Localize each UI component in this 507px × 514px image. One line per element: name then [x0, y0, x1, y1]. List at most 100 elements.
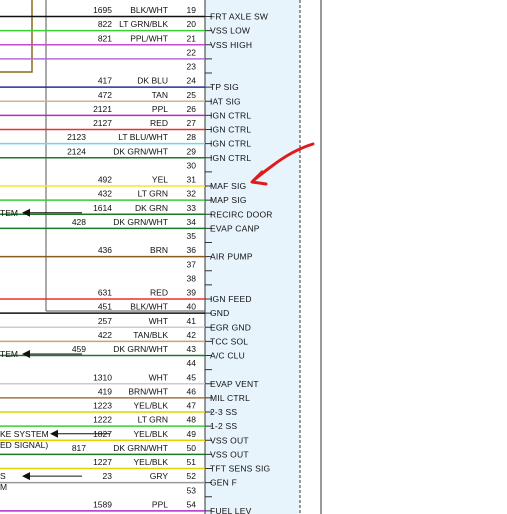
circuit-number-40: 451 [98, 302, 112, 312]
circuit-number-41: 257 [98, 316, 112, 326]
wire-color-49: YEL/BLK [134, 429, 169, 439]
pin-function-20: VSS LOW [210, 26, 250, 36]
wire-color-24: DK BLU [137, 76, 168, 86]
circuit-number-19: 1695 [93, 5, 112, 15]
left-arrow-icon-4 [22, 472, 30, 481]
pin-number-20: 20 [187, 19, 197, 29]
pin-number-40: 40 [187, 302, 197, 312]
pin-number-35: 35 [187, 231, 197, 241]
wire-color-36: BRN [150, 245, 168, 255]
circuit-number-24: 417 [98, 76, 112, 86]
pin-function-27: IGN CTRL [210, 125, 251, 135]
pin-function-48: 1-2 SS [210, 421, 237, 431]
wire-color-46: BRN/WHT [128, 386, 168, 396]
pin-function-34: EVAP CANP [210, 223, 260, 233]
circuit-number-33: 1614 [93, 203, 112, 213]
pin-function-33: RECIRC DOOR [210, 209, 273, 219]
pin-number-54: 54 [187, 499, 197, 509]
pin-number-29: 29 [187, 146, 197, 156]
pin-number-32: 32 [187, 189, 197, 199]
wire-color-32: LT GRN [138, 189, 168, 199]
wire-color-54: PPL [152, 499, 168, 509]
pin-number-37: 37 [187, 259, 197, 269]
pin-number-38: 38 [187, 273, 197, 283]
wire-color-27: RED [150, 118, 168, 128]
left-arrow-icon-0 [22, 208, 30, 217]
pin-number-39: 39 [187, 288, 197, 298]
pin-function-43: A/C CLU [210, 351, 245, 361]
left-arrow-icon-1 [22, 350, 30, 358]
pin-number-52: 52 [187, 471, 197, 481]
circuit-number-51: 1227 [93, 457, 112, 467]
wire-color-41: WHT [149, 316, 168, 326]
circuit-number-43: 459 [72, 344, 86, 354]
circuit-number-32: 432 [98, 189, 112, 199]
labels-group: 1695 BLK/WHT 19 FRT AXLE SW 822 LT GRN/BLK 20 V… [0, 5, 273, 514]
circuit-number-34: 428 [72, 217, 86, 227]
pin-number-25: 25 [187, 90, 197, 100]
wire-color-51: YEL/BLK [134, 457, 169, 467]
wire-color-25: TAN [152, 90, 168, 100]
pin-number-43: 43 [187, 344, 197, 354]
circuit-number-31: 492 [98, 175, 112, 185]
wire-color-31: YEL [152, 175, 168, 185]
circuit-number-54: 1589 [93, 499, 112, 509]
pin-function-32: MAP SIG [210, 195, 247, 205]
circuit-number-21: 821 [98, 33, 112, 43]
pin-number-31: 31 [187, 175, 197, 185]
circuit-number-27: 2127 [93, 118, 112, 128]
pin-number-53: 53 [187, 485, 197, 495]
pin-function-54: FUEL LEV [210, 506, 252, 514]
wire-color-50: DK GRN/WHT [113, 443, 168, 453]
pin-function-50: VSS OUT [210, 449, 249, 459]
circuit-number-46: 419 [98, 386, 112, 396]
pin-function-51: TFT SENS SIG [210, 464, 270, 474]
circuit-number-52: 23 [103, 471, 113, 481]
pin-number-21: 21 [187, 33, 197, 43]
left-system-label-2: KE SYSTEM [0, 429, 49, 439]
pin-function-39: IGN FEED [210, 294, 252, 304]
wire-color-34: DK GRN/WHT [113, 217, 168, 227]
pin-function-28: IGN CTRL [210, 139, 251, 149]
wire-color-28: LT BLU/WHT [118, 132, 168, 142]
pin-number-47: 47 [187, 401, 197, 411]
circuit-number-36: 436 [98, 245, 112, 255]
pin-function-29: IGN CTRL [210, 153, 251, 163]
pin-number-34: 34 [187, 217, 197, 227]
pin-function-45: EVAP VENT [210, 379, 259, 389]
pin-number-30: 30 [187, 160, 197, 170]
circuit-number-29: 2124 [67, 146, 86, 156]
circuit-number-47: 1223 [93, 401, 112, 411]
pin-function-46: MIL CTRL [210, 393, 250, 403]
pin-function-24: TP SIG [210, 82, 239, 92]
pin-function-21: VSS HIGH [210, 40, 252, 50]
left-system-label-1: TEM [0, 349, 18, 359]
wire-color-45: WHT [149, 372, 168, 382]
left-system-label-5: M [0, 482, 7, 492]
wiring-diagram: 1695 BLK/WHT 19 FRT AXLE SW 822 LT GRN/BLK 20 V… [0, 0, 322, 514]
pin-function-41: EGR GND [210, 322, 251, 332]
pin-function-49: VSS OUT [210, 435, 249, 445]
left-system-label-0: TEM [0, 208, 18, 218]
wire-color-47: YEL/BLK [134, 401, 169, 411]
circuit-number-20: 822 [98, 19, 112, 29]
wire-color-20: LT GRN/BLK [119, 19, 168, 29]
pin-number-44: 44 [187, 358, 197, 368]
wire-color-19: BLK/WHT [130, 5, 168, 15]
circuit-number-28: 2123 [67, 132, 86, 142]
pin-number-23: 23 [187, 62, 197, 72]
pin-number-46: 46 [187, 386, 197, 396]
left-system-label-3: ED SIGNAL) [0, 440, 48, 450]
circuit-number-25: 472 [98, 90, 112, 100]
circuit-number-42: 422 [98, 330, 112, 340]
pin-function-40: GND [210, 308, 230, 318]
circuit-number-39: 631 [98, 288, 112, 298]
pin-function-47: 2-3 SS [210, 407, 237, 417]
wire-color-33: DK GRN [135, 203, 168, 213]
wire-color-43: DK GRN/WHT [113, 344, 168, 354]
pin-number-27: 27 [187, 118, 197, 128]
pin-number-22: 22 [187, 47, 197, 57]
circuit-number-45: 1310 [93, 372, 112, 382]
pin-number-49: 49 [187, 429, 197, 439]
pin-number-41: 41 [187, 316, 197, 326]
